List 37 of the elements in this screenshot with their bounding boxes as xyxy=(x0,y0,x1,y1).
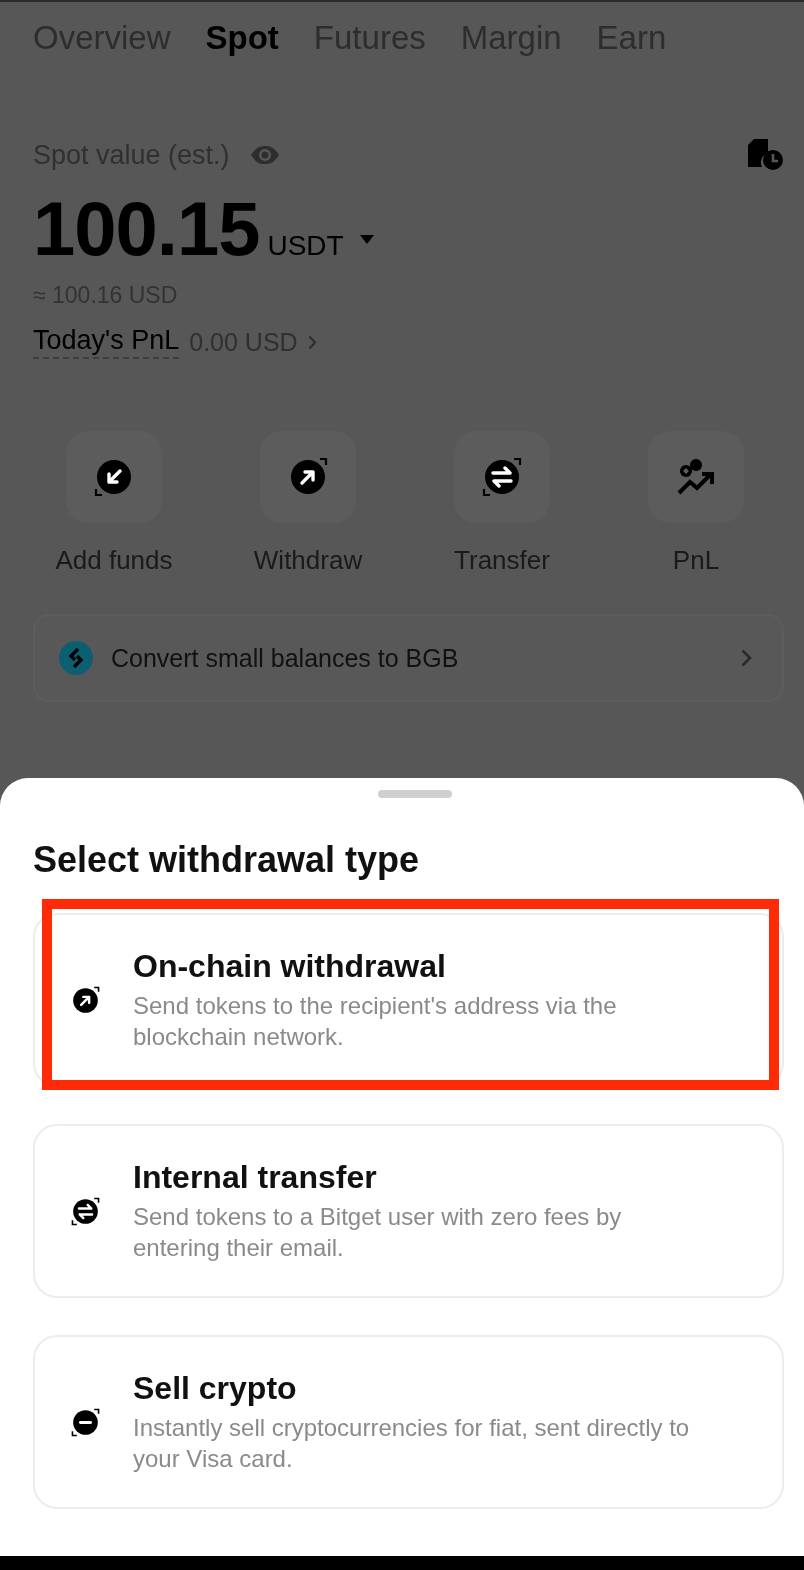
currency-selector[interactable]: USDT xyxy=(267,230,344,262)
action-tile-button[interactable] xyxy=(454,431,550,523)
drag-handle[interactable] xyxy=(378,790,452,798)
arrow-in-circle-icon xyxy=(94,457,134,497)
history-icon[interactable] xyxy=(748,139,784,171)
action-label[interactable]: Transfer xyxy=(454,545,550,576)
action-label[interactable]: Add funds xyxy=(55,545,173,576)
arrow-out-circle-icon xyxy=(71,985,100,1015)
convert-banner[interactable]: Convert small balances to BGB xyxy=(33,614,784,702)
action-tile-button[interactable] xyxy=(260,431,356,523)
sheet-title: Select withdrawal type xyxy=(33,839,421,881)
option-description: Send tokens to the recipient's address via the blockchain network. xyxy=(133,991,618,1052)
caret-icon[interactable] xyxy=(359,234,374,244)
action-tile-button[interactable] xyxy=(66,431,162,523)
minus-circle-icon xyxy=(71,1407,100,1437)
balance-amount: 100.15 xyxy=(33,189,260,269)
action-tile-button[interactable] xyxy=(648,431,744,523)
arrow-out-circle-icon xyxy=(288,457,328,497)
action-label[interactable]: Withdraw xyxy=(253,545,363,576)
option-title: On-chain withdrawal xyxy=(133,948,447,985)
swap-arrows-icon xyxy=(71,1196,100,1226)
chevron-right-icon xyxy=(741,649,752,667)
convert-banner-text: Convert small balances to BGB xyxy=(111,643,460,673)
option-description: Send tokens to a Bitget user with zero fees by entering their email. xyxy=(133,1202,623,1263)
coins-chart-icon xyxy=(676,457,716,497)
logo-icon xyxy=(59,641,93,675)
option-description: Instantly sell cryptocurrencies for fiat, sent directly to your Visa card. xyxy=(133,1413,691,1474)
option-title: Sell crypto xyxy=(133,1370,298,1407)
chevron-right-icon[interactable] xyxy=(307,334,317,350)
swap-arrows-icon xyxy=(482,457,522,497)
action-label[interactable]: PnL xyxy=(672,545,720,576)
option-title: Internal transfer xyxy=(133,1159,378,1196)
option-card[interactable]: Internal transfer Send tokens to a Bitget user with zero fees by entering their email. xyxy=(33,1124,784,1298)
pnl-label[interactable]: Today's PnL xyxy=(33,325,180,359)
option-card[interactable]: Sell crypto Instantly sell cryptocurrencies for fiat, sent directly to your Visa card. xyxy=(33,1335,784,1509)
eye-icon[interactable] xyxy=(249,145,280,165)
tab[interactable]: Spot xyxy=(205,21,279,55)
